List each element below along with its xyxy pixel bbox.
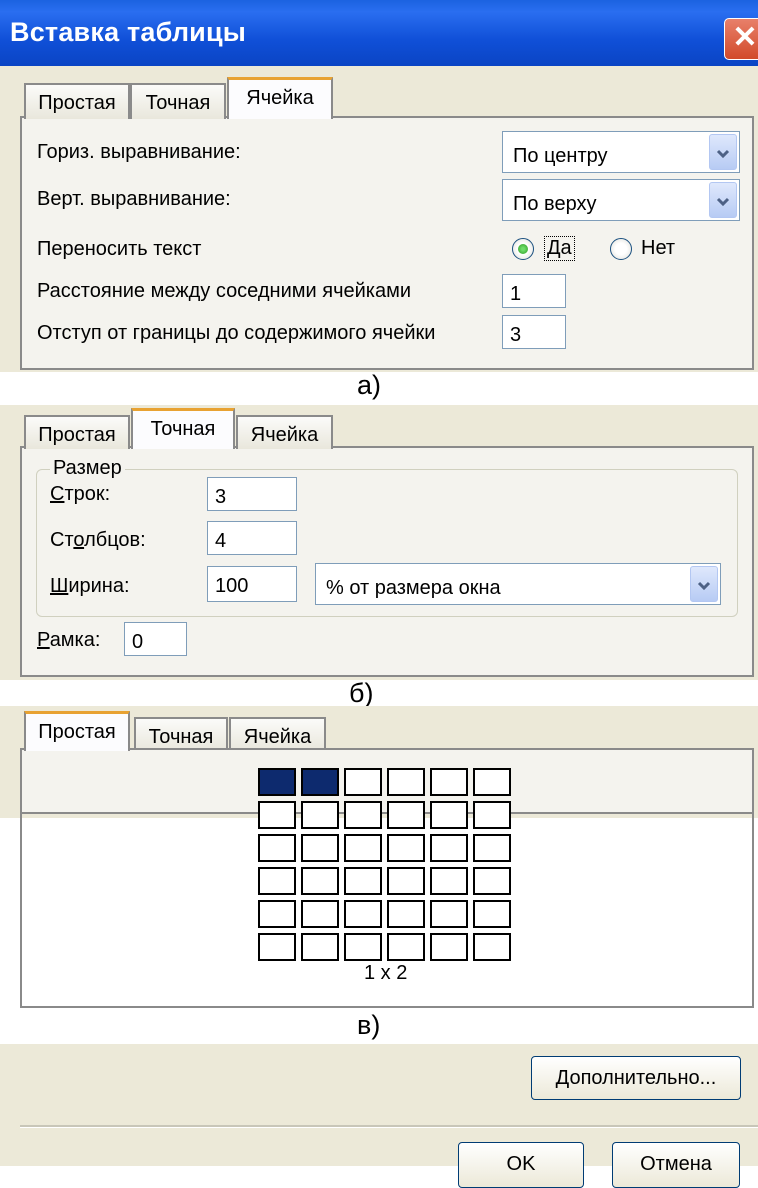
cancel-button[interactable]: Отмена	[612, 1142, 740, 1188]
caption-a: а)	[357, 370, 382, 400]
cell-padding-input[interactable]: 3	[502, 315, 566, 349]
vert-align-label: Верт. выравнивание:	[37, 188, 231, 210]
size-group-label: Размер	[50, 457, 125, 480]
caption-b: б)	[349, 678, 374, 708]
tab-exact[interactable]: Точная	[130, 83, 226, 119]
tab-exact[interactable]: Точная	[131, 408, 235, 449]
horiz-align-label: Гориз. выравнивание:	[37, 141, 241, 163]
wrap-no-label[interactable]: Нет	[641, 237, 675, 260]
horiz-align-select[interactable]: По центру	[502, 131, 740, 173]
radio-selected-dot	[518, 244, 528, 254]
tab-simple[interactable]: Простая	[24, 711, 130, 751]
rows-label: Строк:	[50, 483, 111, 505]
tab-simple[interactable]: Простая	[24, 83, 130, 119]
wrap-yes-radio[interactable]	[512, 238, 534, 260]
horiz-align-value: По центру	[513, 145, 608, 167]
caption-c: в)	[357, 1010, 381, 1040]
border-input[interactable]: 0	[124, 622, 187, 656]
tab-cell[interactable]: Ячейка	[236, 415, 333, 449]
separator	[20, 1125, 758, 1128]
border-label: Рамка:	[37, 629, 101, 651]
wrap-yes-label[interactable]: Да	[544, 236, 575, 261]
width-unit-value: % от размера окна	[326, 577, 501, 599]
vert-align-select[interactable]: По верху	[502, 179, 740, 221]
cell-spacing-label: Расстояние между соседними ячейками	[37, 280, 412, 302]
wrap-no-radio[interactable]	[610, 238, 632, 260]
cell-spacing-input[interactable]: 1	[502, 274, 566, 308]
cell-padding-label: Отступ от границы до содержимого ячейки	[37, 322, 436, 344]
chevron-down-icon[interactable]	[709, 134, 737, 170]
cols-input[interactable]: 4	[207, 521, 297, 555]
cell-padding-value: 3	[510, 324, 522, 346]
rows-input[interactable]: 3	[207, 477, 297, 511]
rows-value: 3	[215, 486, 227, 508]
selection-readout: 1 x 2	[364, 962, 408, 984]
vert-align-value: По верху	[513, 193, 597, 215]
width-value: 100	[215, 575, 249, 597]
tab-cell[interactable]: Ячейка	[227, 77, 333, 119]
cols-label: Столбцов:	[50, 529, 146, 551]
tab-exact[interactable]: Точная	[134, 717, 228, 751]
cell-spacing-value: 1	[510, 283, 522, 305]
width-label: Ширина:	[50, 575, 130, 597]
chevron-down-icon[interactable]	[690, 566, 718, 602]
tab-simple[interactable]: Простая	[24, 415, 130, 449]
ok-button[interactable]: OK	[458, 1142, 584, 1188]
cols-value: 4	[215, 530, 227, 552]
width-input[interactable]: 100	[207, 566, 297, 602]
chevron-down-icon[interactable]	[709, 182, 737, 218]
wrap-text-label: Переносить текст	[37, 238, 202, 260]
window-title: Вставка таблицы	[10, 17, 247, 47]
width-unit-select[interactable]: % от размера окна	[315, 563, 721, 605]
advanced-button[interactable]: Дополнительно...	[531, 1056, 741, 1100]
close-icon[interactable]: ✕	[724, 18, 758, 60]
title-bar: Вставка таблицы ✕	[0, 0, 758, 66]
tab-cell[interactable]: Ячейка	[229, 717, 326, 751]
panel-exact: Простая Точная Ячейка Размер Строк: 3 Ст…	[0, 405, 758, 680]
panel-cell: Простая Точная Ячейка Гориз. выравнивани…	[0, 66, 758, 372]
border-value: 0	[132, 631, 144, 653]
